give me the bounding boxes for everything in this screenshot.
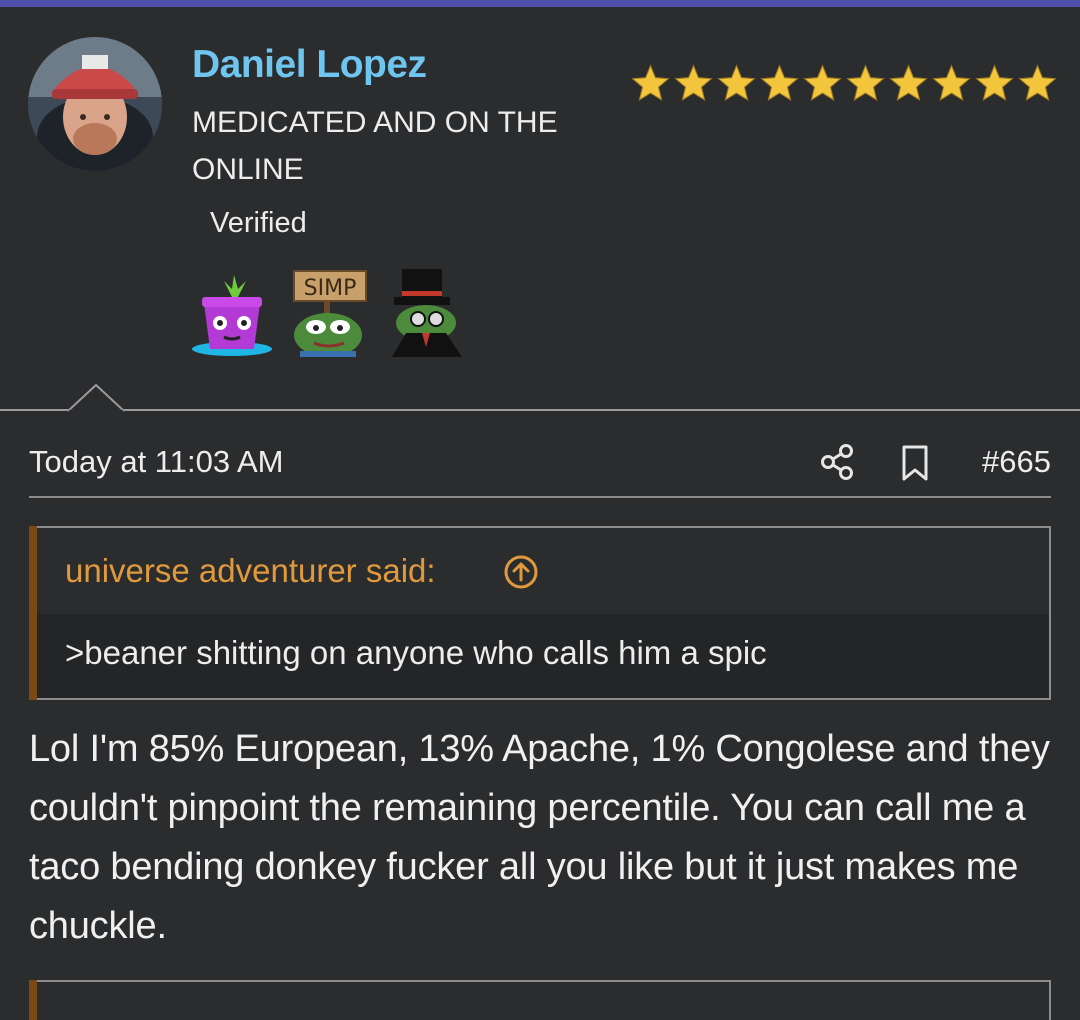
avatar[interactable]: [28, 37, 162, 171]
star-icon: [717, 64, 756, 101]
post-date[interactable]: Today at 11:03 AM: [29, 444, 283, 480]
quote-block: universe adventurer said: >beaner shitti…: [29, 526, 1051, 700]
star-icon: [1018, 64, 1057, 101]
user-title: MEDICATED AND ON THE ONLINE: [192, 106, 558, 186]
top-hat-pepe-badge-icon[interactable]: [382, 267, 466, 357]
quote-content: >beaner shitting on anyone who calls him…: [37, 614, 1049, 698]
avatar-image: [28, 37, 162, 171]
user-info-block: Daniel Lopez MEDICATED AND ON THE ONLINE…: [0, 7, 1080, 409]
message-pointer-arrow: [68, 383, 124, 413]
star-icon: [674, 64, 713, 101]
post-body-text: Lol I'm 85% European, 13% Apache, 1% Con…: [29, 728, 1050, 947]
star-icon: [631, 64, 670, 101]
svg-text:SIMP: SIMP: [304, 276, 357, 301]
quote-author-link[interactable]: universe adventurer said:: [65, 552, 436, 590]
quote-text: >beaner shitting on anyone who calls him…: [65, 634, 767, 671]
star-icon: [846, 64, 885, 101]
star-icon: [932, 64, 971, 101]
next-quote-block: [29, 980, 1051, 1020]
username-link[interactable]: Daniel Lopez: [192, 43, 427, 87]
simp-pepe-badge-icon[interactable]: SIMP: [286, 267, 370, 357]
user-badges: SIMP: [190, 267, 466, 357]
star-icon: [760, 64, 799, 101]
arrow-up-circle-icon[interactable]: [503, 554, 539, 590]
quote-header: universe adventurer said:: [37, 528, 1049, 614]
purple-plant-badge-icon[interactable]: [190, 267, 274, 357]
star-icon: [889, 64, 928, 101]
share-icon[interactable]: [820, 442, 856, 482]
quote-accent-bar: [29, 526, 37, 700]
star-icon: [803, 64, 842, 101]
post-header: Today at 11:03 AM #665: [29, 440, 1051, 498]
top-accent-bar: [0, 0, 1080, 7]
user-post-divider: [0, 409, 1080, 411]
bookmark-icon[interactable]: [900, 444, 930, 482]
verified-status: Verified: [210, 207, 307, 239]
rating-stars: [630, 63, 1058, 104]
post-number-link[interactable]: #665: [982, 444, 1051, 480]
star-icon: [975, 64, 1014, 101]
quote-accent-bar: [29, 980, 37, 1020]
